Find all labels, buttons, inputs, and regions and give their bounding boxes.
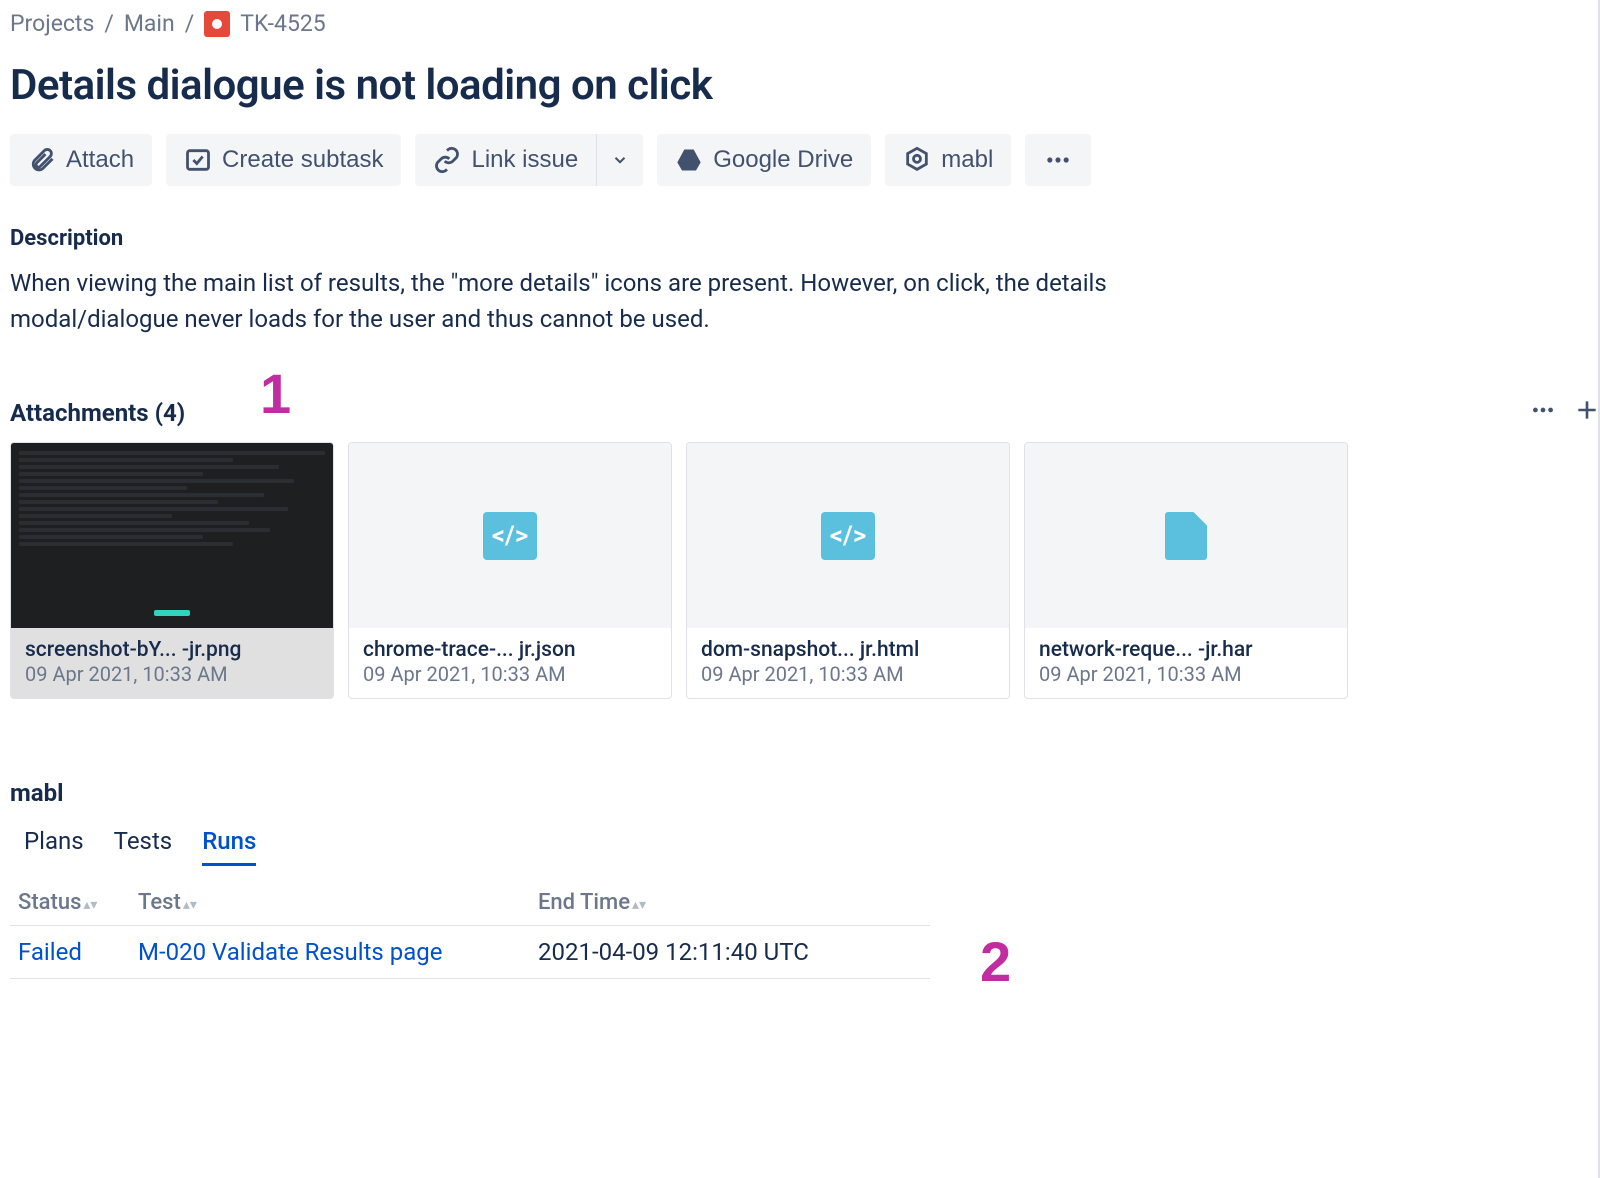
generic-file-icon — [1165, 512, 1207, 560]
sort-icon: ▴▾ — [83, 897, 97, 913]
tab-runs[interactable]: Runs — [202, 827, 256, 866]
attachment-date: 09 Apr 2021, 10:33 AM — [363, 662, 657, 686]
attachment-preview: </> — [349, 443, 671, 628]
bug-icon — [204, 11, 230, 37]
paperclip-icon — [28, 146, 56, 174]
tab-plans[interactable]: Plans — [24, 827, 84, 866]
mabl-tabs: Plans Tests Runs — [10, 827, 1600, 866]
attachment-name: dom-snapshot... jr.html — [701, 638, 995, 662]
link-issue-dropdown[interactable] — [596, 134, 643, 186]
attachment-date: 09 Apr 2021, 10:33 AM — [1039, 662, 1333, 686]
create-subtask-label: Create subtask — [222, 146, 383, 174]
kebab-icon — [1530, 397, 1556, 423]
google-drive-label: Google Drive — [713, 146, 853, 174]
runs-table: Status▴▾ Test▴▾ End Time▴▾ Failed M-020 … — [10, 880, 930, 979]
create-subtask-button[interactable]: Create subtask — [166, 134, 401, 186]
add-attachment-button[interactable] — [1574, 397, 1600, 428]
breadcrumb-sep: / — [185, 10, 195, 37]
plus-icon — [1574, 397, 1600, 423]
attachment-card[interactable]: </> chrome-trace-... jr.json 09 Apr 2021… — [348, 442, 672, 699]
tab-tests[interactable]: Tests — [114, 827, 173, 866]
attachment-card[interactable]: screenshot-bY... -jr.png 09 Apr 2021, 10… — [10, 442, 334, 699]
table-row[interactable]: Failed M-020 Validate Results page 2021-… — [10, 926, 930, 979]
link-issue-split: Link issue — [415, 134, 643, 186]
col-status[interactable]: Status▴▾ — [10, 880, 130, 926]
mabl-heading: mabl — [10, 779, 1600, 807]
col-test[interactable]: Test▴▾ — [130, 880, 530, 926]
action-bar: Attach Create subtask Link issue Google … — [10, 134, 1600, 186]
chevron-down-icon — [611, 151, 629, 169]
mabl-button[interactable]: mabl — [885, 134, 1011, 186]
attachment-date: 09 Apr 2021, 10:33 AM — [25, 662, 319, 686]
attachment-preview — [1025, 443, 1347, 628]
attachment-name: screenshot-bY... -jr.png — [25, 638, 319, 662]
attachment-preview — [11, 443, 333, 628]
mabl-section: mabl Plans Tests Runs Status▴▾ Test▴▾ En… — [10, 779, 1600, 979]
attachments-more-button[interactable] — [1530, 397, 1556, 428]
breadcrumb-issue[interactable]: TK-4525 — [204, 10, 326, 37]
mabl-label: mabl — [941, 146, 993, 174]
description-heading: Description — [10, 226, 1600, 251]
subtask-icon — [184, 146, 212, 174]
link-issue-button[interactable]: Link issue — [415, 134, 596, 186]
attachment-card[interactable]: network-reque... -jr.har 09 Apr 2021, 10… — [1024, 442, 1348, 699]
attach-button[interactable]: Attach — [10, 134, 152, 186]
annotation-2: 2 — [980, 929, 1011, 994]
code-file-icon: </> — [821, 512, 875, 560]
description-body[interactable]: When viewing the main list of results, t… — [10, 265, 1210, 337]
breadcrumb: Projects / Main / TK-4525 — [10, 10, 1600, 37]
attachment-date: 09 Apr 2021, 10:33 AM — [701, 662, 995, 686]
annotation-1: 1 — [260, 361, 291, 426]
breadcrumb-projects[interactable]: Projects — [10, 10, 94, 37]
link-icon — [433, 146, 461, 174]
link-issue-label: Link issue — [471, 146, 578, 174]
sort-icon: ▴▾ — [183, 897, 197, 913]
attachment-name: chrome-trace-... jr.json — [363, 638, 657, 662]
attachments-grid: screenshot-bY... -jr.png 09 Apr 2021, 10… — [10, 442, 1600, 699]
breadcrumb-sep: / — [104, 10, 114, 37]
attach-label: Attach — [66, 146, 134, 174]
attachment-preview: </> — [687, 443, 1009, 628]
attachments-heading: Attachments (4) — [10, 399, 185, 427]
run-test-link[interactable]: M-020 Validate Results page — [138, 938, 443, 966]
mabl-icon — [903, 146, 931, 174]
run-status: Failed — [18, 938, 82, 966]
kebab-icon — [1043, 146, 1073, 174]
google-drive-icon — [675, 146, 703, 174]
more-actions-button[interactable] — [1025, 134, 1091, 186]
col-end-time[interactable]: End Time▴▾ — [530, 880, 930, 926]
code-file-icon: </> — [483, 512, 537, 560]
run-end-time: 2021-04-09 12:11:40 UTC — [530, 926, 930, 979]
attachment-card[interactable]: </> dom-snapshot... jr.html 09 Apr 2021,… — [686, 442, 1010, 699]
sort-icon: ▴▾ — [632, 897, 646, 913]
issue-title[interactable]: Details dialogue is not loading on click — [10, 61, 1600, 110]
attachments-header: Attachments (4) 1 — [10, 397, 1600, 428]
breadcrumb-main[interactable]: Main — [124, 10, 175, 37]
attachment-name: network-reque... -jr.har — [1039, 638, 1333, 662]
google-drive-button[interactable]: Google Drive — [657, 134, 871, 186]
issue-key: TK-4525 — [240, 10, 326, 37]
